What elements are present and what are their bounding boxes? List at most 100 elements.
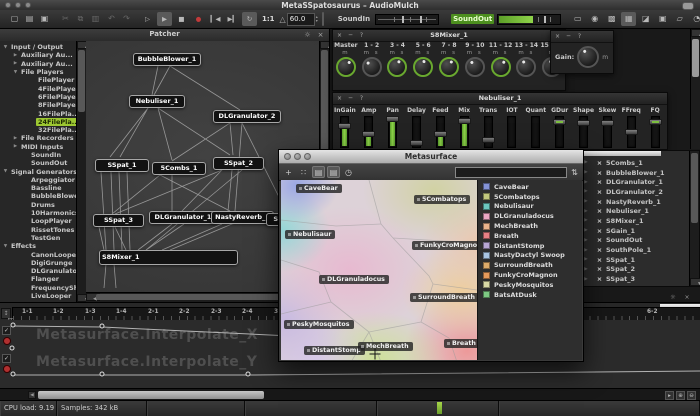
panel-close-button[interactable]: × <box>553 32 562 41</box>
remove-icon[interactable] <box>593 246 606 254</box>
port[interactable] <box>114 226 120 227</box>
tree-item[interactable]: Flanger <box>0 275 76 283</box>
metasurface-surface[interactable]: CaveBear 5Combatops Nebulisaur FunkyCroM… <box>281 180 477 360</box>
tree-item[interactable]: ▼ File Players <box>0 68 76 76</box>
params-scroll-indicator[interactable] <box>579 151 661 156</box>
port[interactable] <box>154 211 160 212</box>
port[interactable] <box>216 211 222 212</box>
port[interactable] <box>108 171 114 172</box>
param-group-row[interactable]: Nebuliser_1 <box>579 206 690 216</box>
slider-handle[interactable] <box>420 16 422 23</box>
params-scrollbar[interactable]: ▼ <box>689 151 699 286</box>
snapshot-search-input[interactable] <box>455 167 567 178</box>
slider-track[interactable] <box>460 116 469 148</box>
breakpoint[interactable] <box>11 372 16 377</box>
tree-item[interactable]: BubbleBlower <box>0 192 76 200</box>
breakpoint[interactable] <box>246 372 251 377</box>
param-group-row[interactable]: S8Mixer_1 <box>579 216 690 226</box>
redo-button[interactable]: ↷ <box>119 12 134 26</box>
port[interactable] <box>124 171 130 172</box>
stop-button[interactable]: ■ <box>174 12 189 26</box>
snapshot-item[interactable]: PeskyMosquitos <box>478 280 582 290</box>
scroll-down-icon[interactable]: ▼ <box>690 278 700 286</box>
tree-item[interactable]: 16FilePla... <box>0 109 76 117</box>
slider-handle[interactable] <box>601 120 614 126</box>
tree-item[interactable]: SoundIn <box>0 151 76 159</box>
tree-item[interactable]: Arpeggiator <box>0 176 76 184</box>
slider-handle[interactable] <box>362 131 375 137</box>
tree-item[interactable]: DigiGrunge <box>0 259 76 267</box>
remove-icon[interactable] <box>593 178 606 186</box>
param-group-row[interactable]: SSpat_2 <box>579 265 690 275</box>
tree-expand-icon[interactable]: ▼ <box>12 70 19 75</box>
port[interactable] <box>234 169 240 170</box>
port[interactable] <box>224 223 230 224</box>
slider-handle[interactable] <box>482 137 495 143</box>
scroll-up-icon[interactable]: ▲ <box>320 41 329 49</box>
tree-item[interactable]: LiveLooper <box>0 292 76 300</box>
param-group-row[interactable]: SoundOut <box>579 236 690 246</box>
port[interactable] <box>120 250 126 251</box>
port[interactable] <box>271 213 277 214</box>
port[interactable] <box>116 171 122 172</box>
tempo-input[interactable]: 60.0 <box>287 13 315 26</box>
tree-item[interactable]: ▶ Auxiliary Au... <box>0 60 76 68</box>
scrollbar-thumb[interactable] <box>38 391 264 399</box>
remove-icon[interactable] <box>593 188 606 196</box>
play-button[interactable]: ▶ <box>157 12 172 26</box>
port[interactable] <box>226 169 232 170</box>
time-signature-label[interactable]: 1:1 <box>262 15 275 23</box>
slider-handle[interactable] <box>625 129 638 135</box>
snapshot-region-label[interactable]: DLGranuladocus <box>319 275 389 284</box>
snapshot-item[interactable]: SurroundBreath <box>478 260 582 270</box>
mute-solo-buttons[interactable]: m <box>333 50 359 56</box>
port[interactable] <box>224 250 230 251</box>
slider-track[interactable] <box>627 116 636 148</box>
port[interactable] <box>138 65 144 66</box>
remove-icon[interactable] <box>593 275 606 283</box>
snapshot-region-label[interactable]: FunkyCroMagnon <box>412 241 477 250</box>
snapshot-item[interactable]: BatsAtDusk <box>478 290 582 300</box>
tree-item[interactable]: ▼ Input / Output <box>0 43 76 51</box>
dock-scrollbar[interactable]: ▲ <box>690 29 700 149</box>
tree-item[interactable]: DLGranulator <box>0 267 76 275</box>
metasurface-titlebar[interactable]: Metasurface <box>279 150 583 164</box>
param-group-row[interactable]: SSpat_1 <box>579 255 690 265</box>
slider-handle[interactable] <box>577 120 590 126</box>
slider-handle[interactable] <box>553 119 566 125</box>
port[interactable] <box>98 214 104 215</box>
port[interactable] <box>98 226 104 227</box>
tree-item[interactable]: 8FilePlayer <box>0 101 76 109</box>
port[interactable] <box>152 250 158 251</box>
patch-node[interactable]: S8Mixer_1 <box>99 250 238 265</box>
tree-item[interactable]: ▶ File Recorders <box>0 134 76 142</box>
slider-handle[interactable] <box>544 16 546 23</box>
port[interactable] <box>224 211 230 212</box>
port[interactable] <box>226 122 232 123</box>
copy-button[interactable]: ⧉ <box>73 12 88 26</box>
history-button[interactable]: ◷ <box>342 166 355 178</box>
remove-icon[interactable] <box>593 256 606 264</box>
toggle-contraptions-button[interactable]: ◉ <box>587 12 602 26</box>
snapshot-region-label[interactable]: Breath <box>444 339 477 348</box>
toolbar-toggle-icon[interactable] <box>682 2 694 10</box>
port[interactable] <box>157 174 163 175</box>
remove-icon[interactable] <box>593 207 606 215</box>
slider-handle[interactable] <box>458 118 471 124</box>
toggle-properties-button[interactable]: ◪ <box>638 12 653 26</box>
tree-expand-icon[interactable]: ▶ <box>12 53 19 58</box>
port[interactable] <box>144 250 150 251</box>
tree-item[interactable]: Drums <box>0 201 76 209</box>
track-record-icon[interactable] <box>3 365 11 373</box>
rewind-button[interactable]: ▎◀ <box>208 12 223 26</box>
port[interactable] <box>271 225 277 226</box>
soundin-slider[interactable] <box>375 14 439 25</box>
sort-button[interactable]: ⇅ <box>569 166 580 178</box>
mute-solo-buttons[interactable]: m s <box>410 50 436 56</box>
snapshot-item[interactable]: 5Combatops <box>478 192 582 202</box>
tree-item[interactable]: RissetTones <box>0 226 76 234</box>
track-enable-checkbox[interactable]: ✓ <box>2 326 11 335</box>
scrollbar-thumb[interactable] <box>691 153 698 223</box>
slider-track[interactable] <box>507 116 516 148</box>
slider-track[interactable] <box>436 116 445 148</box>
